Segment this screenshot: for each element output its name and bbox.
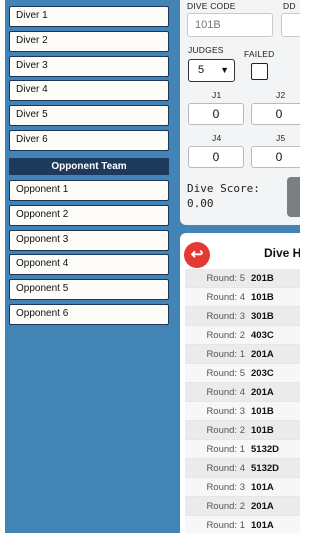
calculate-button[interactable] — [287, 177, 300, 217]
history-row[interactable]: Round: 3 101B — [185, 402, 300, 421]
diver-button-1[interactable]: Diver 1 — [9, 6, 169, 27]
dive-code-label: DIVE CODE — [187, 1, 236, 11]
dive-code: 201A — [251, 386, 274, 398]
round-label: Round: 4 — [206, 462, 245, 474]
round-label: Round: 4 — [206, 291, 245, 303]
history-row[interactable]: Round: 2 101B — [185, 421, 300, 440]
scoring-card: DIVE CODE DD 101B JUDGES FAILED 5 ▼ J1 J… — [180, 0, 300, 225]
judge-4-input[interactable]: 0 — [188, 146, 244, 168]
diver-button-4[interactable]: Diver 4 — [9, 80, 169, 101]
judge-2-input[interactable]: 0 — [251, 103, 300, 125]
judge-4-label: J4 — [212, 133, 222, 143]
dive-code: 201A — [251, 500, 274, 512]
round-label: Round: 3 — [206, 405, 245, 417]
history-row[interactable]: Round: 2 403C — [185, 326, 300, 345]
round-label: Round: 5 — [206, 272, 245, 284]
dive-code: 101B — [251, 424, 274, 436]
round-label: Round: 1 — [206, 348, 245, 360]
dive-history-list: Round: 5 201B Round: 4 101B Round: 3 301B Roun… — [185, 269, 300, 533]
dive-code: 101B — [251, 405, 274, 417]
dive-code: 403C — [251, 329, 274, 341]
history-row[interactable]: Round: 2 201A — [185, 497, 300, 516]
round-label: Round: 2 — [206, 329, 245, 341]
judge-2-label: J2 — [276, 90, 286, 100]
history-row[interactable]: Round: 3 301B — [185, 307, 300, 326]
diver-button-2[interactable]: Diver 2 — [9, 31, 169, 52]
history-row[interactable]: Round: 3 101A — [185, 478, 300, 497]
dive-code: 101A — [251, 481, 274, 493]
judge-1-input[interactable]: 0 — [188, 103, 244, 125]
round-label: Round: 3 — [206, 310, 245, 322]
round-label: Round: 5 — [206, 367, 245, 379]
dd-label: DD — [283, 1, 296, 11]
failed-checkbox[interactable] — [251, 63, 268, 80]
dive-history-card: ↩ Dive H Round: 5 201B Round: 4 101B Round: … — [180, 233, 300, 533]
dive-code: 201B — [251, 272, 274, 284]
judges-select[interactable]: 5 ▼ — [188, 59, 235, 82]
chevron-down-icon: ▼ — [220, 65, 229, 75]
opponent-team-header: Opponent Team — [9, 158, 169, 175]
dive-code: 101A — [251, 519, 274, 531]
roster-panel: Diver 1 Diver 2 Diver 3 Diver 4 Diver 5 … — [5, 0, 175, 533]
dive-code-input[interactable]: 101B — [187, 13, 273, 37]
dive-history-title: Dive H — [264, 246, 300, 260]
diver-button-3[interactable]: Diver 3 — [9, 56, 169, 77]
round-label: Round: 4 — [206, 386, 245, 398]
diver-button-5[interactable]: Diver 5 — [9, 105, 169, 126]
dive-code: 5132D — [251, 443, 279, 455]
dive-code: 201A — [251, 348, 274, 360]
opponent-button-5[interactable]: Opponent 5 — [9, 279, 169, 300]
history-row[interactable]: Round: 4 201A — [185, 383, 300, 402]
judge-1-label: J1 — [212, 90, 222, 100]
history-row[interactable]: Round: 1 5132D — [185, 440, 300, 459]
history-row[interactable]: Round: 1 201A — [185, 345, 300, 364]
opponent-button-2[interactable]: Opponent 2 — [9, 205, 169, 226]
round-label: Round: 2 — [206, 500, 245, 512]
history-row[interactable]: Round: 4 101B — [185, 288, 300, 307]
undo-icon[interactable]: ↩ — [184, 242, 210, 268]
dive-score-value: 0.00 — [187, 197, 214, 210]
history-row[interactable]: Round: 5 203C — [185, 364, 300, 383]
round-label: Round: 2 — [206, 424, 245, 436]
judges-label: JUDGES — [188, 45, 224, 55]
dive-code: 301B — [251, 310, 274, 322]
judge-5-label: J5 — [276, 133, 286, 143]
judge-5-input[interactable]: 0 — [251, 146, 300, 168]
opponent-button-3[interactable]: Opponent 3 — [9, 230, 169, 251]
round-label: Round: 1 — [206, 519, 245, 531]
opponent-button-6[interactable]: Opponent 6 — [9, 304, 169, 325]
dive-code: 203C — [251, 367, 274, 379]
judges-select-value: 5 — [198, 64, 205, 76]
dd-input[interactable] — [281, 13, 300, 37]
diver-button-6[interactable]: Diver 6 — [9, 130, 169, 151]
dive-code: 101B — [251, 291, 274, 303]
failed-label: FAILED — [244, 49, 275, 59]
dive-code: 5132D — [251, 462, 279, 474]
round-label: Round: 3 — [206, 481, 245, 493]
history-row[interactable]: Round: 1 101A — [185, 516, 300, 533]
dive-score-label: Dive Score: — [187, 182, 260, 195]
history-row[interactable]: Round: 5 201B — [185, 269, 300, 288]
round-label: Round: 1 — [206, 443, 245, 455]
opponent-button-1[interactable]: Opponent 1 — [9, 180, 169, 201]
opponent-button-4[interactable]: Opponent 4 — [9, 254, 169, 275]
history-row[interactable]: Round: 4 5132D — [185, 459, 300, 478]
